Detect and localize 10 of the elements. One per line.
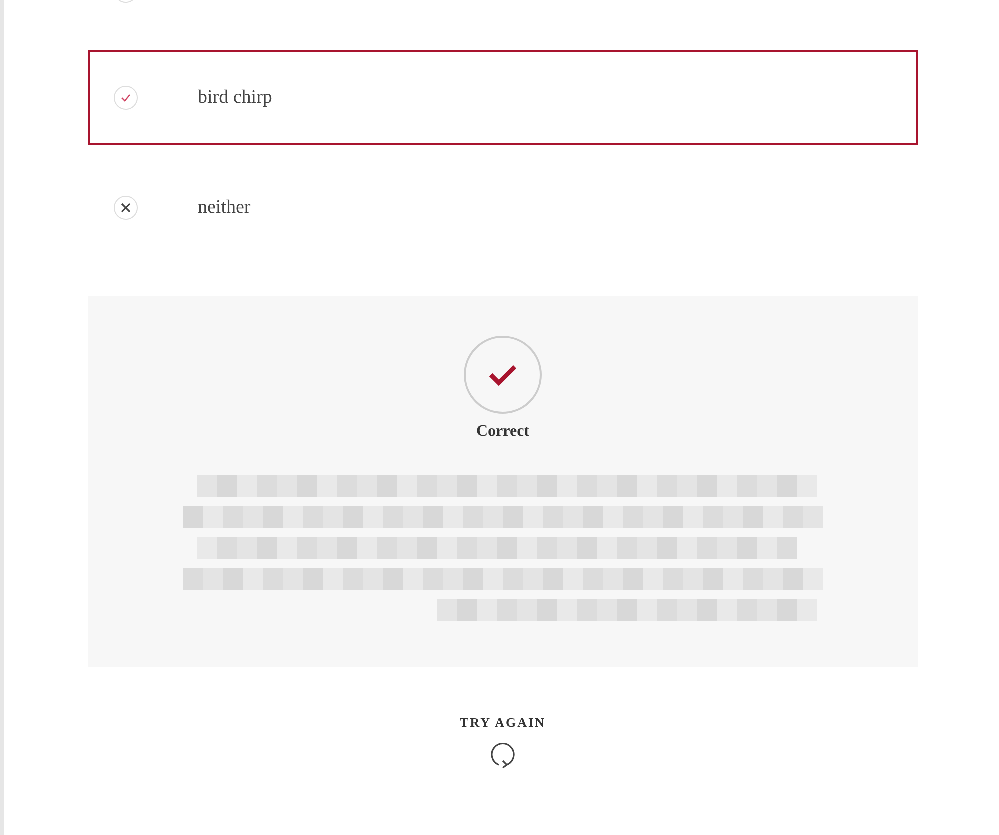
option-label: neither: [198, 196, 251, 218]
check-icon: [120, 92, 132, 102]
try-again-button[interactable]: TRY AGAIN: [460, 715, 546, 769]
answer-option[interactable]: bird chirp: [88, 50, 918, 145]
result-title: Correct: [476, 423, 530, 441]
option-label: bird chirp: [198, 86, 272, 108]
close-icon: [121, 202, 131, 212]
check-icon: [488, 364, 518, 386]
answer-option[interactable]: neither: [88, 160, 918, 255]
reload-icon: [488, 741, 517, 769]
